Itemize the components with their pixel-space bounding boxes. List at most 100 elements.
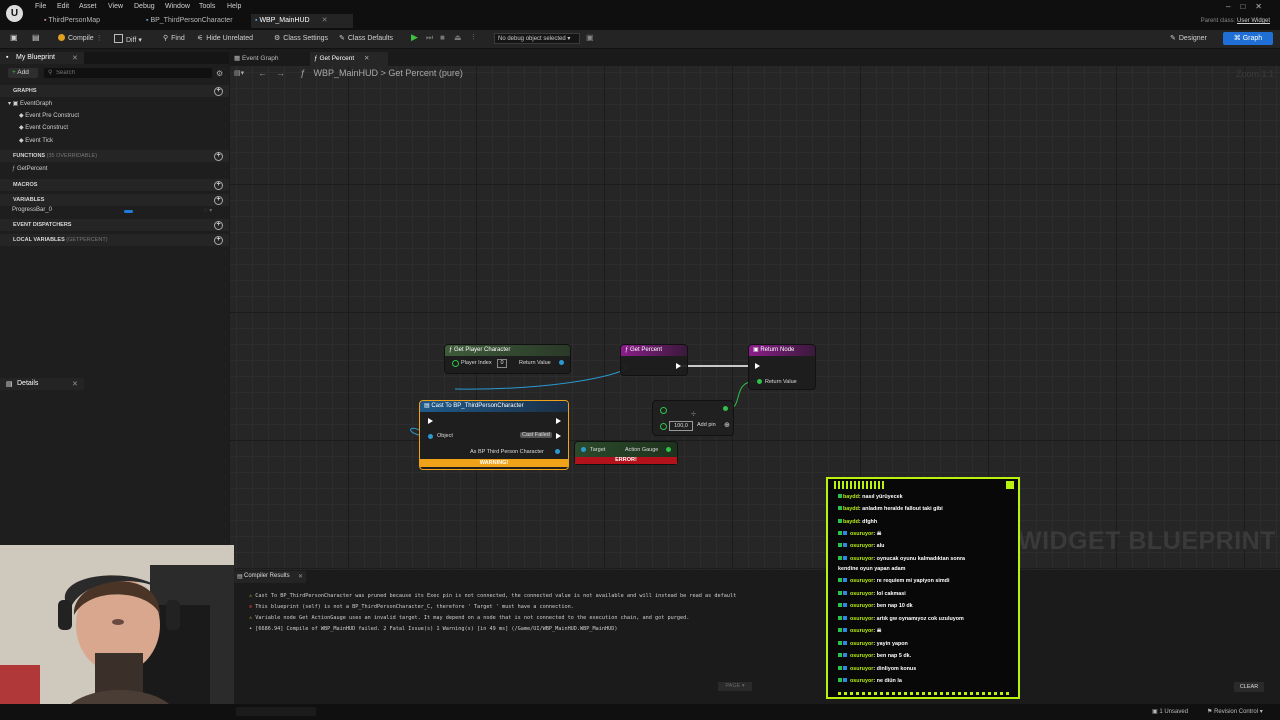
eject-icon[interactable]: ⏏ [454, 33, 462, 42]
find-button[interactable]: ⚲ Find [163, 34, 185, 42]
parent-class-value[interactable]: User Widget [1237, 18, 1270, 24]
save-icon[interactable]: ▣ [10, 33, 18, 42]
graph-mode-button[interactable]: ⌘ Graph [1223, 32, 1273, 45]
menu-tools[interactable]: Tools [199, 3, 215, 10]
close-icon[interactable]: ✕ [72, 380, 78, 388]
revision-control-status[interactable]: ⚑ Revision Control ▾ [1207, 708, 1263, 715]
unreal-logo-icon[interactable]: U [6, 5, 23, 22]
target-pin[interactable] [581, 447, 586, 452]
eye-icon[interactable]: ◌ ▾ [204, 207, 212, 214]
player-index-pin[interactable] [452, 360, 459, 367]
settings-gear-icon[interactable]: ⚙ [216, 69, 223, 78]
player-index-input[interactable]: 0 [497, 359, 507, 368]
search-box[interactable]: ⚲ [44, 68, 212, 78]
add-local-variable-icon[interactable]: + [214, 236, 223, 245]
node-get-action-gauge[interactable]: Target Action Gauge ERROR! [574, 441, 678, 465]
variable-type-pill[interactable] [124, 210, 133, 213]
page-button[interactable]: PAGE ▾ [718, 682, 752, 691]
add-pin-label[interactable]: Add pin [697, 422, 716, 428]
action-gauge-pin[interactable] [666, 447, 671, 452]
search-input[interactable] [56, 68, 206, 78]
section-variables[interactable]: VARIABLES + [0, 194, 229, 206]
variable-item-progressbar[interactable]: ProgressBar_0 [12, 207, 52, 213]
graph-item-eventgraph[interactable]: ▾ ▣ EventGraph [8, 100, 52, 107]
add-function-icon[interactable]: + [214, 152, 223, 161]
log-text[interactable]: [6686.94] Compile of WBP_MainHUD failed.… [255, 626, 617, 632]
graph-item-event-tick[interactable]: ◆ Event Tick [19, 137, 53, 144]
log-text[interactable]: Variable node Get ActionGauge uses an in… [255, 615, 689, 621]
exec-out-pin[interactable] [676, 363, 681, 369]
clear-button[interactable]: CLEAR [1234, 682, 1264, 692]
exec-in-pin[interactable] [755, 363, 760, 369]
minimize-icon[interactable]: – [1226, 2, 1240, 11]
tab-thirdpersonmap[interactable]: ▪ ThirdPersonMap [40, 14, 140, 28]
object-pin[interactable] [428, 434, 433, 439]
menu-window[interactable]: Window [165, 3, 190, 10]
class-settings-button[interactable]: ⚙ Class Settings [274, 34, 328, 42]
cast-failed-label[interactable]: Cast Failed [520, 432, 552, 438]
node-cast-to-bp-thirdpersoncharacter[interactable]: ▤ Cast To BP_ThirdPersonCharacter Object… [419, 400, 569, 470]
browse-icon[interactable]: ▤ [32, 33, 40, 42]
diff-button[interactable]: Diff ▾ [114, 34, 142, 44]
section-functions[interactable]: FUNCTIONS (35 OVERRIDABLE) + [0, 150, 229, 162]
close-icon[interactable]: ✕ [72, 54, 78, 62]
debug-object-select[interactable]: No debug object selected ▾ [494, 33, 580, 44]
menu-asset[interactable]: Asset [79, 3, 97, 10]
tab-compiler-results[interactable]: ▤ Compiler Results ✕ [234, 571, 306, 583]
designer-button[interactable]: ✎ Designer [1170, 34, 1207, 42]
add-variable-icon[interactable]: + [214, 196, 223, 205]
class-defaults-button[interactable]: ✎ Class Defaults [339, 34, 393, 42]
menu-view[interactable]: View [108, 3, 123, 10]
compile-button[interactable]: Compile ⋮ [58, 34, 103, 42]
close-icon[interactable]: ✕ [322, 17, 328, 24]
unsaved-status[interactable]: ▣ 1 Unsaved [1152, 708, 1188, 715]
graph-item-event-construct[interactable]: ◆ Event Construct [19, 124, 68, 131]
function-item-getpercent[interactable]: ƒ GetPercent [12, 166, 47, 172]
section-local-variables[interactable]: LOCAL VARIABLES (GETPERCENT) + [0, 234, 229, 246]
tab-wbp-mainhud[interactable]: ▪ WBP_MainHUD ✕ [251, 14, 353, 28]
log-text[interactable]: Cast To BP_ThirdPersonCharacter was prun… [255, 593, 736, 599]
section-event-dispatchers[interactable]: EVENT DISPATCHERS + [0, 219, 229, 231]
step-icon[interactable]: ⏭ [426, 33, 433, 43]
graph-item-event-pre-construct[interactable]: ◆ Event Pre Construct [19, 112, 79, 119]
return-value-pin[interactable] [559, 360, 564, 365]
node-return[interactable]: ▣ Return Node Return Value [748, 344, 816, 390]
menu-debug[interactable]: Debug [134, 3, 155, 10]
as-bp-pin[interactable] [555, 449, 560, 454]
menu-file[interactable]: File [35, 3, 46, 10]
menu-edit[interactable]: Edit [57, 3, 69, 10]
tab-event-graph[interactable]: ▦ Event Graph [234, 52, 306, 66]
stop-icon[interactable]: ■ [440, 33, 445, 42]
log-text[interactable]: This blueprint (self) is not a BP_ThirdP… [255, 604, 574, 610]
divide-in-b-pin[interactable] [660, 423, 667, 430]
maximize-icon[interactable]: □ [1240, 2, 1255, 11]
close-icon[interactable]: ✕ [364, 55, 369, 62]
play-icon[interactable]: ▶ [411, 32, 418, 43]
divide-in-a-pin[interactable] [660, 407, 667, 414]
exec-out-pin[interactable] [556, 418, 561, 424]
section-graphs[interactable]: GRAPHS + [0, 85, 229, 97]
add-button[interactable]: + Add [8, 68, 38, 78]
hide-unrelated-button[interactable]: ⚟ Hide Unrelated [197, 34, 253, 42]
menu-help[interactable]: Help [227, 3, 241, 10]
close-window-icon[interactable]: ✕ [1255, 2, 1272, 11]
add-macro-icon[interactable]: + [214, 181, 223, 190]
node-get-percent[interactable]: ƒ Get Percent [620, 344, 688, 376]
graph-canvas[interactable]: ▤▾ ← → ƒ WBP_MainHUD > Get Percent (pure… [230, 66, 1280, 570]
divide-out-pin[interactable] [723, 406, 728, 411]
node-get-player-character[interactable]: ƒ Get Player Character Player Index 0 Re… [444, 344, 571, 374]
console-input[interactable] [236, 707, 316, 716]
tab-get-percent[interactable]: ƒ Get Percent ✕ [310, 52, 388, 66]
exec-in-pin[interactable] [428, 418, 433, 424]
return-value-pin[interactable] [757, 379, 762, 384]
close-icon[interactable]: ✕ [298, 573, 303, 580]
debug-filter-icon[interactable]: ▣ [586, 33, 594, 42]
cast-failed-pin[interactable] [556, 433, 561, 439]
tab-details[interactable]: ▤ Details ✕ [0, 378, 84, 390]
add-graph-icon[interactable]: + [214, 87, 223, 96]
more-icon[interactable]: ⋮ [470, 33, 477, 41]
tab-my-blueprint[interactable]: ▪ My Blueprint ✕ [0, 52, 84, 64]
add-dispatcher-icon[interactable]: + [214, 221, 223, 230]
tab-bp-thirdpersoncharacter[interactable]: ▪ BP_ThirdPersonCharacter [142, 14, 250, 28]
node-divide[interactable]: ÷ 100,0 Add pin ⊕ [652, 400, 734, 436]
